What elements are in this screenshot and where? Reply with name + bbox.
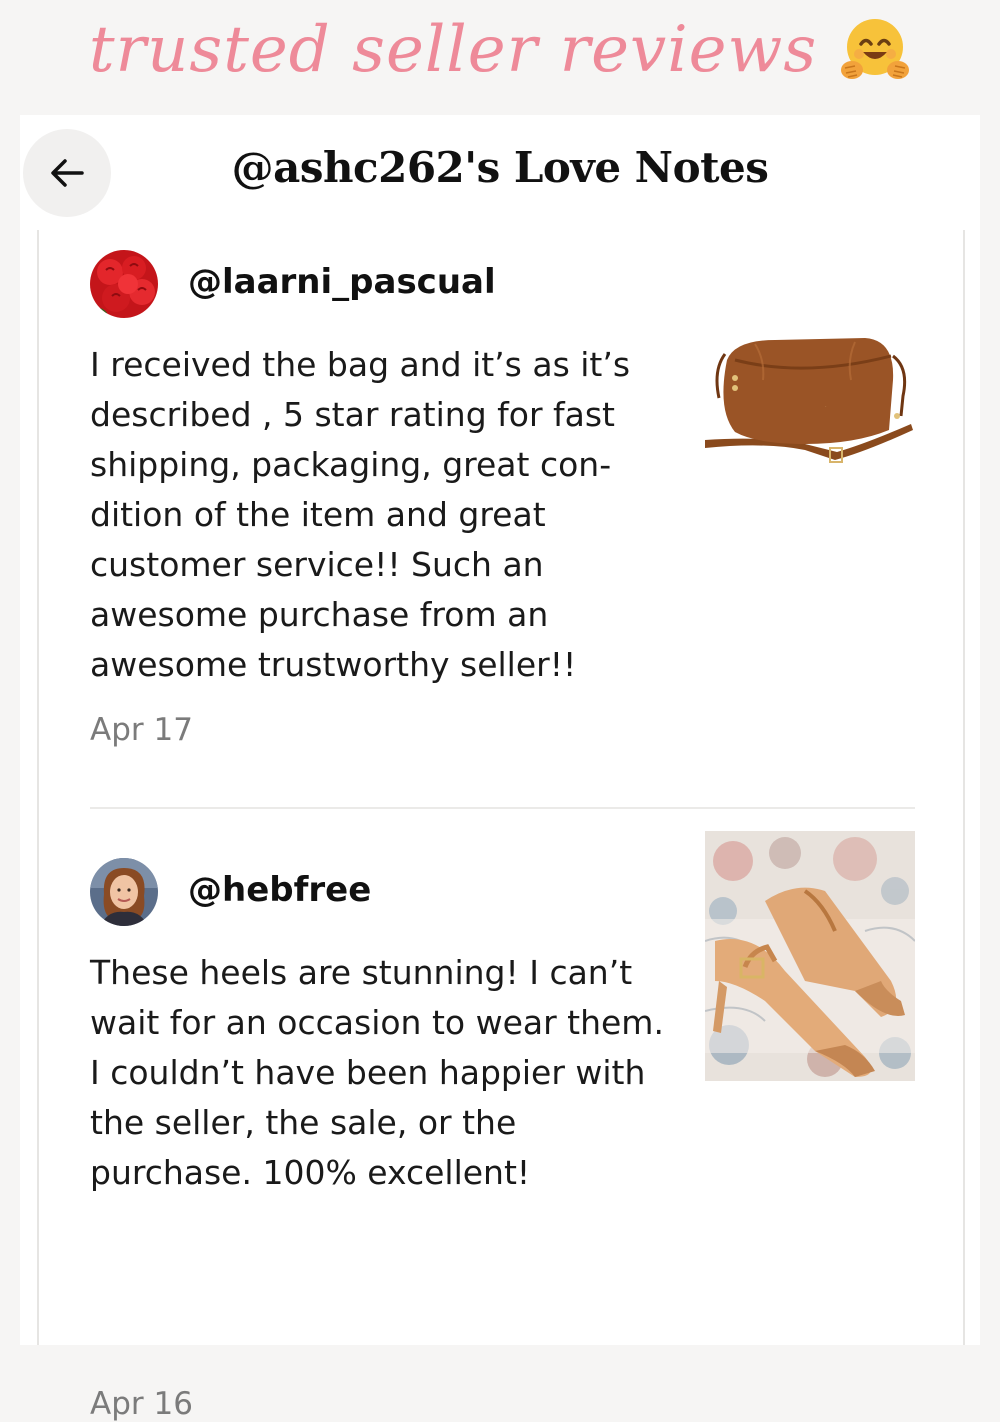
page-title: @ashc262's Love Notes bbox=[231, 143, 769, 192]
review-item: @laarni_pascual I received the bag and i… bbox=[90, 250, 920, 770]
brown-leather-bag-image[interactable]: · bbox=[705, 320, 915, 490]
review-text: These heels are stunning! I can’t wait f… bbox=[90, 953, 664, 1192]
review-date: Apr 16 bbox=[90, 1386, 193, 1422]
review-username[interactable]: @laarni_pascual bbox=[188, 262, 496, 302]
review-username[interactable]: @hebfree bbox=[188, 870, 371, 910]
love-notes-card: @ashc262's Love Notes @laarni_pascual I … bbox=[20, 115, 980, 1422]
review-date: Apr 17 bbox=[90, 712, 193, 748]
review-text: I received the bag and it’s as it’s desc… bbox=[90, 345, 631, 684]
review-item: @hebfree These heels are stunning! I can… bbox=[90, 831, 920, 1422]
banner: trusted seller reviews bbox=[0, 0, 1000, 115]
avatar[interactable] bbox=[90, 250, 158, 318]
red-roses-avatar-icon bbox=[90, 250, 158, 318]
card-right-border bbox=[963, 230, 965, 1345]
hugging-face-emoji-icon bbox=[841, 18, 910, 79]
banner-title: trusted seller reviews bbox=[88, 12, 818, 87]
review-divider bbox=[90, 807, 915, 809]
tan-slingback-heels-image[interactable] bbox=[705, 831, 915, 1081]
header: @ashc262's Love Notes bbox=[20, 115, 980, 230]
woman-portrait-avatar-icon bbox=[90, 858, 158, 926]
avatar[interactable] bbox=[90, 858, 158, 926]
card-left-border bbox=[37, 230, 39, 1345]
